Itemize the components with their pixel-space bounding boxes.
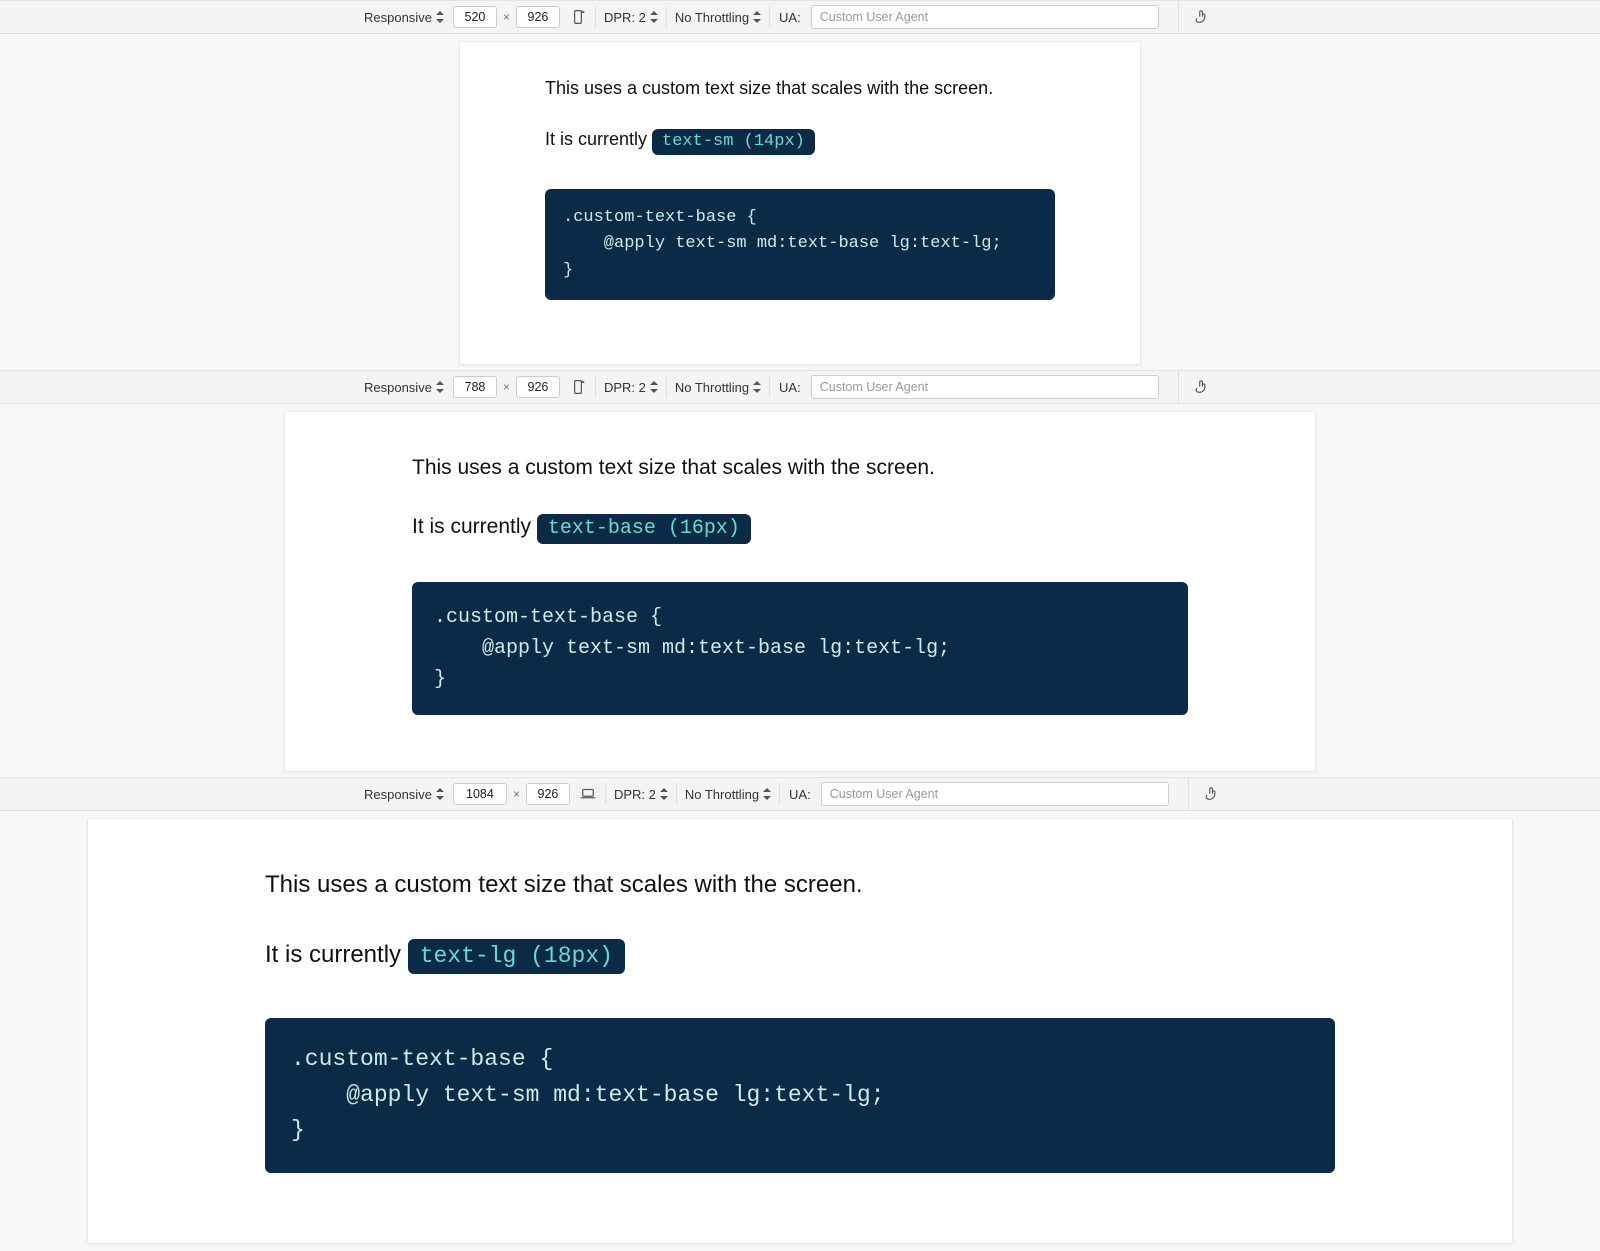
throttling-label: No Throttling: [675, 10, 749, 25]
throttling-select[interactable]: No Throttling: [671, 380, 765, 395]
touch-simulation-button[interactable]: [1199, 781, 1225, 807]
device-mode-label: Responsive: [364, 380, 432, 395]
dimension-separator: ×: [503, 380, 510, 394]
code-block: .custom-text-base { @apply text-sm md:te…: [412, 582, 1188, 715]
chevron-updown-icon: [650, 381, 658, 393]
code-block: .custom-text-base { @apply text-sm md:te…: [545, 189, 1055, 300]
toolbar-separator: [769, 6, 770, 28]
chevron-updown-icon: [763, 788, 771, 800]
viewport-height-input[interactable]: [516, 376, 560, 398]
dimension-separator: ×: [513, 787, 520, 801]
toolbar-separator: [676, 783, 677, 805]
touch-icon: [1193, 8, 1211, 26]
device-mode-label: Responsive: [364, 787, 432, 802]
current-size-prefix: It is currently: [265, 941, 408, 968]
toolbar-separator: [1178, 370, 1179, 404]
device-mode-select[interactable]: Responsive: [360, 787, 448, 802]
chevron-updown-icon: [753, 381, 761, 393]
devtools-toolbar: Responsive × DPR: 2 No Throttling UA:: [0, 0, 1600, 34]
page-preview: This uses a custom text size that scales…: [285, 412, 1315, 771]
touch-icon: [1203, 785, 1221, 803]
chevron-updown-icon: [650, 11, 658, 23]
toolbar-separator: [1178, 0, 1179, 34]
phone-rotate-icon: [569, 378, 587, 396]
viewport-width-input[interactable]: [453, 6, 497, 28]
chevron-updown-icon: [660, 788, 668, 800]
rotate-device-button[interactable]: [575, 781, 601, 807]
device-mode-select[interactable]: Responsive: [360, 10, 448, 25]
user-agent-input[interactable]: [811, 5, 1159, 29]
size-badge: text-lg (18px): [408, 939, 625, 974]
ua-label: UA:: [779, 380, 801, 395]
user-agent-input[interactable]: [811, 375, 1159, 399]
chevron-updown-icon: [436, 788, 444, 800]
throttling-label: No Throttling: [685, 787, 759, 802]
chevron-updown-icon: [436, 381, 444, 393]
devtools-toolbar: Responsive × DPR: 2 No Throttling UA:: [0, 370, 1600, 404]
throttling-select[interactable]: No Throttling: [671, 10, 765, 25]
device-mode-label: Responsive: [364, 10, 432, 25]
current-size-prefix: It is currently: [412, 515, 537, 538]
dpr-label: DPR: 2: [604, 10, 646, 25]
phone-rotate-icon: [569, 8, 587, 26]
viewport-width-input[interactable]: [453, 783, 507, 805]
touch-simulation-button[interactable]: [1189, 374, 1215, 400]
toolbar-separator: [769, 376, 770, 398]
dpr-select[interactable]: DPR: 2: [610, 787, 672, 802]
toolbar-separator: [605, 783, 606, 805]
page-preview: This uses a custom text size that scales…: [88, 819, 1512, 1243]
viewport-height-input[interactable]: [526, 783, 570, 805]
toolbar-separator: [595, 6, 596, 28]
dpr-label: DPR: 2: [614, 787, 656, 802]
devtools-toolbar: Responsive × DPR: 2 No Throttling UA:: [0, 777, 1600, 811]
code-block: .custom-text-base { @apply text-sm md:te…: [265, 1018, 1335, 1173]
toolbar-separator: [666, 376, 667, 398]
chevron-updown-icon: [436, 11, 444, 23]
toolbar-separator: [666, 6, 667, 28]
intro-text: This uses a custom text size that scales…: [265, 871, 1335, 899]
viewport-width-input[interactable]: [453, 376, 497, 398]
chevron-updown-icon: [753, 11, 761, 23]
touch-simulation-button[interactable]: [1189, 4, 1215, 30]
throttling-label: No Throttling: [675, 380, 749, 395]
toolbar-separator: [1188, 777, 1189, 811]
current-size-line: It is currently text-lg (18px): [265, 939, 1335, 974]
throttling-select[interactable]: No Throttling: [681, 787, 775, 802]
dpr-select[interactable]: DPR: 2: [600, 10, 662, 25]
size-badge: text-sm (14px): [652, 129, 815, 155]
current-size-line: It is currently text-base (16px): [412, 514, 1188, 544]
size-badge: text-base (16px): [537, 514, 751, 544]
current-size-line: It is currently text-sm (14px): [545, 129, 1055, 155]
rotate-device-button[interactable]: [565, 374, 591, 400]
ua-label: UA:: [779, 10, 801, 25]
viewport-height-input[interactable]: [516, 6, 560, 28]
intro-text: This uses a custom text size that scales…: [545, 78, 1055, 99]
user-agent-input[interactable]: [821, 782, 1169, 806]
device-mode-select[interactable]: Responsive: [360, 380, 448, 395]
intro-text: This uses a custom text size that scales…: [412, 456, 1188, 480]
dpr-select[interactable]: DPR: 2: [600, 380, 662, 395]
page-preview: This uses a custom text size that scales…: [460, 42, 1140, 364]
dpr-label: DPR: 2: [604, 380, 646, 395]
toolbar-separator: [779, 783, 780, 805]
touch-icon: [1193, 378, 1211, 396]
rotate-device-button[interactable]: [565, 4, 591, 30]
toolbar-separator: [595, 376, 596, 398]
dimension-separator: ×: [503, 10, 510, 24]
laptop-icon: [579, 785, 597, 803]
ua-label: UA:: [789, 787, 811, 802]
current-size-prefix: It is currently: [545, 129, 652, 149]
